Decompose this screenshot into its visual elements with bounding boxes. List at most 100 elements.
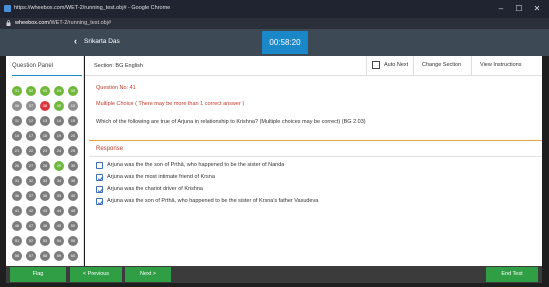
question-button-05[interactable]: 05 bbox=[68, 86, 78, 96]
question-button-03[interactable]: 03 bbox=[40, 86, 50, 96]
option-3-text: Arjuna was the chariot driver of Krishna bbox=[107, 186, 203, 192]
divider bbox=[471, 56, 472, 76]
question-button-58[interactable]: 58 bbox=[40, 251, 50, 261]
flag-button[interactable]: Flag bbox=[10, 267, 66, 282]
divider bbox=[413, 56, 414, 76]
question-button-20[interactable]: 20 bbox=[68, 131, 78, 141]
question-button-44[interactable]: 44 bbox=[54, 206, 64, 216]
question-panel-divider bbox=[12, 75, 82, 76]
question-button-55[interactable]: 55 bbox=[68, 236, 78, 246]
question-button-56[interactable]: 56 bbox=[12, 251, 22, 261]
question-button-17[interactable]: 17 bbox=[26, 131, 36, 141]
question-button-42[interactable]: 42 bbox=[26, 206, 36, 216]
question-button-14[interactable]: 14 bbox=[54, 116, 64, 126]
previous-button[interactable]: < Previous bbox=[70, 267, 122, 282]
question-button-49[interactable]: 49 bbox=[54, 221, 64, 231]
question-button-33[interactable]: 33 bbox=[40, 176, 50, 186]
question-button-22[interactable]: 22 bbox=[26, 146, 36, 156]
lock-icon bbox=[6, 20, 11, 26]
question-button-15[interactable]: 15 bbox=[68, 116, 78, 126]
question-button-32[interactable]: 32 bbox=[26, 176, 36, 186]
auto-next-checkbox[interactable] bbox=[372, 61, 380, 69]
question-button-37[interactable]: 37 bbox=[26, 191, 36, 201]
option-2-text: Arjuna was the most intimate friend of K… bbox=[107, 174, 215, 180]
url-text[interactable]: wheebox.com/WET-2/running_test.obj# bbox=[15, 20, 111, 26]
chevron-left-icon[interactable]: ‹ bbox=[74, 36, 77, 46]
address-bar[interactable]: wheebox.com/WET-2/running_test.obj# bbox=[0, 18, 549, 29]
question-button-52[interactable]: 52 bbox=[26, 236, 36, 246]
question-number: Question No: 41 bbox=[96, 85, 136, 91]
option-1-checkbox[interactable] bbox=[96, 162, 103, 169]
question-button-30[interactable]: 30 bbox=[68, 161, 78, 171]
question-button-18[interactable]: 18 bbox=[40, 131, 50, 141]
question-button-59[interactable]: 59 bbox=[54, 251, 64, 261]
question-button-27[interactable]: 27 bbox=[26, 161, 36, 171]
question-button-21[interactable]: 21 bbox=[12, 146, 22, 156]
question-button-51[interactable]: 51 bbox=[12, 236, 22, 246]
change-section-button[interactable]: Change Section bbox=[422, 62, 461, 68]
response-divider bbox=[89, 156, 542, 157]
question-button-24[interactable]: 24 bbox=[54, 146, 64, 156]
question-panel-title: Question Panel bbox=[12, 63, 54, 69]
question-button-08[interactable]: 08 bbox=[40, 101, 50, 111]
view-instructions-button[interactable]: View Instructions bbox=[480, 62, 521, 68]
question-button-57[interactable]: 57 bbox=[26, 251, 36, 261]
site-favicon-icon bbox=[4, 5, 11, 12]
question-button-39[interactable]: 39 bbox=[54, 191, 64, 201]
close-icon[interactable]: ✕ bbox=[528, 3, 546, 15]
divider bbox=[366, 56, 367, 76]
option-4-checkbox[interactable] bbox=[96, 198, 104, 206]
question-button-41[interactable]: 41 bbox=[12, 206, 22, 216]
question-button-13[interactable]: 13 bbox=[40, 116, 50, 126]
question-button-35[interactable]: 35 bbox=[68, 176, 78, 186]
option-2-checkbox[interactable] bbox=[96, 174, 104, 182]
question-button-46[interactable]: 46 bbox=[12, 221, 22, 231]
question-button-09[interactable]: 09 bbox=[54, 101, 64, 111]
question-button-43[interactable]: 43 bbox=[40, 206, 50, 216]
question-button-23[interactable]: 23 bbox=[40, 146, 50, 156]
maximize-icon[interactable]: ☐ bbox=[510, 3, 528, 15]
question-button-36[interactable]: 36 bbox=[12, 191, 22, 201]
question-button-34[interactable]: 34 bbox=[54, 176, 64, 186]
user-name: Srikarta Das bbox=[84, 38, 120, 45]
section-label: Section: BG English bbox=[94, 63, 143, 69]
question-button-47[interactable]: 47 bbox=[26, 221, 36, 231]
auto-next-label[interactable]: Auto Next bbox=[384, 62, 408, 68]
question-button-50[interactable]: 50 bbox=[68, 221, 78, 231]
minimize-icon[interactable]: – bbox=[492, 3, 510, 15]
question-button-26[interactable]: 26 bbox=[12, 161, 22, 171]
question-button-54[interactable]: 54 bbox=[54, 236, 64, 246]
question-button-45[interactable]: 45 bbox=[68, 206, 78, 216]
question-button-12[interactable]: 12 bbox=[26, 116, 36, 126]
question-button-60[interactable]: 60 bbox=[68, 251, 78, 261]
option-3-checkbox[interactable] bbox=[96, 186, 104, 194]
question-type: Multiple Choice ( There may be more than… bbox=[96, 101, 245, 107]
question-panel: Question Panel 01 02 03 04 05 06 07 08 09 10 11 12 1… bbox=[6, 56, 84, 266]
question-button-53[interactable]: 53 bbox=[40, 236, 50, 246]
end-test-button[interactable]: End Test bbox=[486, 267, 538, 282]
response-label: Response bbox=[96, 146, 124, 152]
checkmark-icon bbox=[97, 200, 104, 206]
checkmark-icon bbox=[97, 176, 104, 182]
question-button-25[interactable]: 25 bbox=[68, 146, 78, 156]
question-button-38[interactable]: 38 bbox=[40, 191, 50, 201]
question-button-16[interactable]: 16 bbox=[12, 131, 22, 141]
question-button-10[interactable]: 10 bbox=[68, 101, 78, 111]
question-button-19[interactable]: 19 bbox=[54, 131, 64, 141]
question-button-11[interactable]: 11 bbox=[12, 116, 22, 126]
question-button-40[interactable]: 40 bbox=[68, 191, 78, 201]
question-button-01[interactable]: 01 bbox=[12, 86, 22, 96]
option-1-text: Arjuna was the the son of Prthā, who hap… bbox=[107, 162, 285, 168]
question-button-48[interactable]: 48 bbox=[40, 221, 50, 231]
footer-bar: Flag < Previous Next > End Test bbox=[6, 266, 542, 283]
question-button-31[interactable]: 31 bbox=[12, 176, 22, 186]
question-button-29[interactable]: 29 bbox=[54, 161, 64, 171]
question-divider bbox=[89, 140, 542, 141]
question-button-28[interactable]: 28 bbox=[40, 161, 50, 171]
next-button[interactable]: Next > bbox=[125, 267, 171, 282]
question-button-04[interactable]: 04 bbox=[54, 86, 64, 96]
question-button-06[interactable]: 06 bbox=[12, 101, 22, 111]
question-button-07[interactable]: 07 bbox=[26, 101, 36, 111]
window-title: https://wheebox.com/WET-2/running_test.o… bbox=[14, 5, 171, 11]
question-button-02[interactable]: 02 bbox=[26, 86, 36, 96]
